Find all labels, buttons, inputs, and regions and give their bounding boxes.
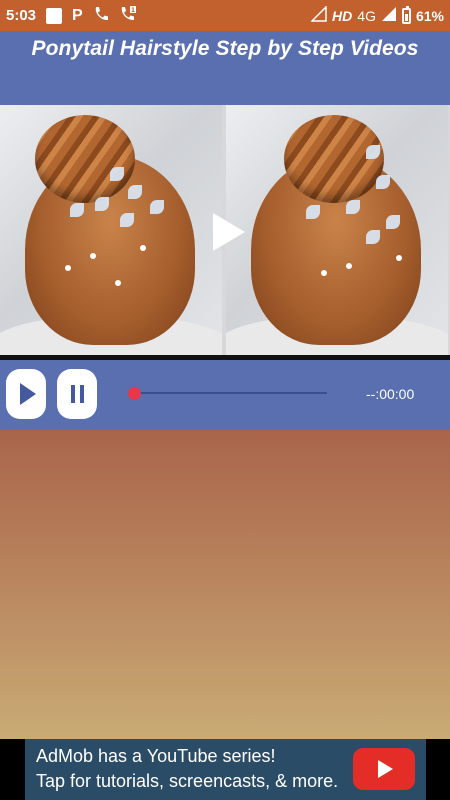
ad-headline: AdMob has a YouTube series!	[36, 746, 276, 766]
pause-button[interactable]	[57, 369, 97, 419]
seek-bar[interactable]	[130, 392, 327, 394]
youtube-button[interactable]	[353, 748, 415, 790]
app-bar: Ponytail Hairstyle Step by Step Videos	[0, 31, 450, 105]
phone-icon	[93, 6, 109, 26]
seek-thumb[interactable]	[127, 387, 141, 400]
status-bar: 5:03 P 1 HD 4G 61%	[0, 0, 450, 31]
signal-icon	[381, 6, 397, 25]
status-network: HD	[332, 7, 353, 24]
ad-banner[interactable]: AdMob has a YouTube series! Tap for tuto…	[25, 739, 426, 800]
pause-icon	[70, 385, 84, 403]
battery-icon	[401, 5, 411, 24]
status-battery: 61%	[415, 7, 444, 24]
status-network-type: 4G	[357, 7, 376, 24]
play-icon	[20, 383, 36, 405]
signal-empty-icon	[310, 5, 327, 25]
status-time: 5:03	[6, 7, 37, 24]
youtube-play-icon	[378, 760, 393, 778]
content-background	[0, 430, 450, 739]
svg-text:1: 1	[131, 7, 135, 14]
missed-call-icon: 1	[119, 5, 137, 27]
status-left: 5:03 P 1	[6, 5, 137, 27]
video-player[interactable]	[0, 105, 450, 355]
notification-square-icon	[46, 7, 63, 24]
play-overlay-icon[interactable]	[213, 213, 245, 251]
play-button[interactable]	[6, 369, 46, 419]
status-right: HD 4G 61%	[310, 5, 444, 25]
ad-subtext: Tap for tutorials, screencasts, & more.	[36, 771, 339, 791]
notification-p-icon: P	[72, 6, 83, 24]
video-frame-right	[226, 105, 448, 355]
time-display: --:00:00	[366, 386, 415, 402]
app-title: Ponytail Hairstyle Step by Step Videos	[31, 37, 419, 60]
video-frame-left	[0, 105, 222, 355]
